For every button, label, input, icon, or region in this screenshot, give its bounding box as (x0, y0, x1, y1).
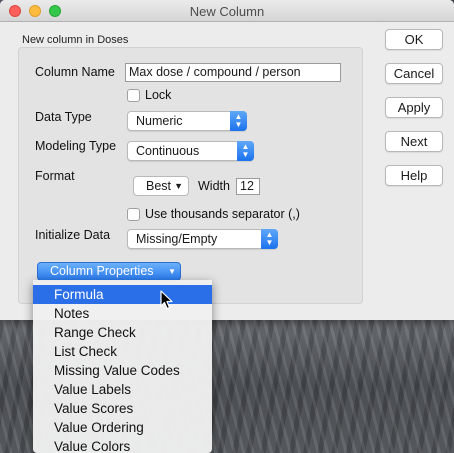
data-type-label: Data Type (35, 110, 92, 124)
column-properties-button[interactable]: Column Properties ▼ (37, 262, 181, 281)
modeling-type-label: Modeling Type (35, 139, 117, 153)
group-label: New column in Doses (22, 34, 129, 46)
column-properties-menu: Formula Notes Range Check List Check Mis… (33, 280, 212, 453)
chevron-down-icon: ▼ (168, 267, 176, 276)
lock-label: Lock (145, 88, 172, 102)
format-value: Best (146, 179, 172, 193)
ok-button[interactable]: OK (385, 29, 443, 50)
title-bar[interactable]: New Column (0, 0, 454, 22)
cancel-button[interactable]: Cancel (385, 63, 443, 84)
modeling-type-value: Continuous (136, 144, 200, 158)
window-title: New Column (189, 4, 265, 19)
menu-item-value-ordering[interactable]: Value Ordering (33, 418, 212, 437)
new-column-dialog: New Column New column in Doses Column Na… (0, 0, 454, 320)
format-label: Format (35, 169, 75, 183)
lock-checkbox[interactable] (127, 89, 140, 102)
updown-arrows-icon: ▲ ▼ (261, 229, 278, 249)
next-button[interactable]: Next (385, 131, 443, 152)
data-type-select[interactable]: Numeric ▲ ▼ (127, 111, 247, 131)
thousands-separator-label: Use thousands separator (,) (145, 207, 300, 221)
menu-item-value-colors[interactable]: Value Colors (33, 437, 212, 453)
menu-item-range-check[interactable]: Range Check (33, 323, 212, 342)
data-type-value: Numeric (136, 114, 183, 128)
menu-item-notes[interactable]: Notes (33, 304, 212, 323)
width-input[interactable]: 12 (236, 178, 260, 195)
mouse-pointer-icon (160, 290, 173, 310)
column-name-label: Column Name (35, 65, 115, 79)
column-name-input[interactable]: Max dose / compound / person (125, 63, 341, 82)
thousands-separator-checkbox[interactable] (127, 208, 140, 221)
format-select[interactable]: Best ▼ (133, 176, 189, 196)
updown-arrows-icon: ▲ ▼ (230, 111, 247, 131)
initialize-data-value: Missing/Empty (136, 232, 218, 246)
column-properties-label: Column Properties (50, 264, 154, 278)
updown-arrows-icon: ▲ ▼ (237, 141, 254, 161)
menu-item-formula[interactable]: Formula (33, 285, 212, 304)
initialize-data-select[interactable]: Missing/Empty ▲ ▼ (127, 229, 278, 249)
menu-item-value-labels[interactable]: Value Labels (33, 380, 212, 399)
apply-button[interactable]: Apply (385, 97, 443, 118)
menu-item-value-scores[interactable]: Value Scores (33, 399, 212, 418)
width-label: Width (198, 179, 230, 193)
chevron-down-icon: ▼ (174, 181, 183, 191)
modeling-type-select[interactable]: Continuous ▲ ▼ (127, 141, 254, 161)
help-button[interactable]: Help (385, 165, 443, 186)
menu-item-list-check[interactable]: List Check (33, 342, 212, 361)
initialize-data-label: Initialize Data (35, 228, 111, 242)
menu-item-missing-value-codes[interactable]: Missing Value Codes (33, 361, 212, 380)
